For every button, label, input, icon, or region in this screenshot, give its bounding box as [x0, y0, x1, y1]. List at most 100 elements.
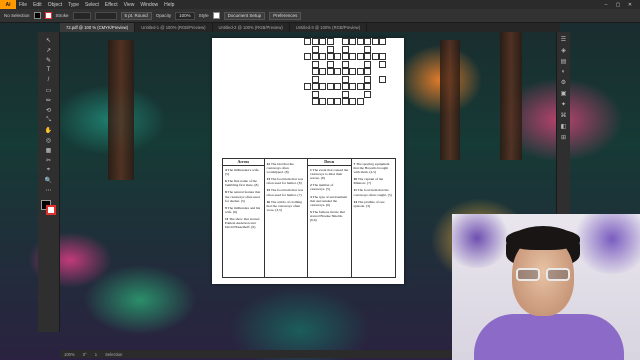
scissors-tool-icon[interactable]: ✂ — [41, 156, 57, 164]
tab-document-1[interactable]: 72.pdf @ 100 % (CMYK/Preview) — [60, 23, 136, 32]
menu-help[interactable]: Help — [161, 2, 177, 8]
background-tree-trunk — [440, 40, 460, 160]
rotate-tool-icon[interactable]: ⟲ — [41, 106, 57, 114]
rectangle-tool-icon[interactable]: ▭ — [41, 86, 57, 94]
tab-document-2[interactable]: Untitled-1 @ 100% (RGB/Preview) — [135, 23, 213, 32]
stroke-color-icon[interactable] — [45, 205, 56, 215]
pen-tool-icon[interactable]: ✎ — [41, 56, 57, 64]
fill-stroke-widget[interactable] — [40, 200, 57, 216]
menu-select[interactable]: Select — [82, 2, 102, 8]
clue-item: 13 The food item that was often used for… — [267, 177, 306, 185]
clue-text: The captain of the Minnow. (7) — [353, 177, 384, 186]
direct-selection-tool-icon[interactable]: ↗ — [41, 46, 57, 54]
fill-swatch[interactable] — [33, 12, 41, 19]
crossword-cell — [311, 53, 319, 60]
crossword-cell — [349, 83, 356, 90]
pencil-tool-icon[interactable]: ✏ — [41, 96, 57, 104]
stroke-weight-field[interactable] — [72, 11, 91, 20]
properties-panel-icon[interactable]: ☰ — [561, 36, 566, 43]
crossword-cell — [311, 68, 319, 75]
scale-tool-icon[interactable]: ⤡ — [41, 116, 57, 124]
crossword-cell — [364, 90, 371, 98]
blend-tool-icon[interactable]: ◎ — [41, 136, 57, 144]
crossword-cell — [319, 83, 326, 90]
maximize-icon[interactable]: ▢ — [614, 2, 622, 8]
clue-text: The food item that was often used for hu… — [266, 177, 304, 186]
appearance-panel-icon[interactable]: ⚙ — [561, 79, 566, 86]
clue-text: The famous movie that starred Brooke Shi… — [310, 209, 345, 223]
clue-item: 8 The natural feature that the castaways… — [225, 190, 262, 202]
tab-document-3[interactable]: Untitled-2 @ 100% (RGB/Preview) — [213, 23, 290, 32]
clue-item: 2 The number of castaways. (5) — [310, 183, 349, 191]
brush-dropdown[interactable]: 5 pt. Round — [120, 11, 152, 20]
stroke-swatch[interactable] — [44, 12, 52, 19]
across-header: Across — [223, 159, 264, 167]
symbols-panel-icon[interactable]: ✦ — [561, 101, 566, 108]
webcam-overlay — [452, 214, 640, 360]
artboard-tool-icon[interactable]: ⌖ — [41, 166, 57, 174]
artboard-number[interactable]: 1 — [95, 352, 97, 357]
layers-panel-icon[interactable]: ◈ — [561, 47, 566, 54]
type-tool-icon[interactable]: T — [41, 66, 57, 74]
close-icon[interactable]: ✕ — [626, 2, 634, 8]
crossword-cell — [379, 53, 386, 60]
clue-text: The plotline of one episode. (3) — [353, 199, 385, 208]
across-column: Across 4 The millionaire's wife. (5) 6 Th… — [223, 159, 265, 277]
crossword-cell — [326, 68, 334, 75]
crossword-cell — [341, 75, 349, 83]
menu-file[interactable]: File — [16, 2, 30, 8]
selection-tool-icon[interactable]: ↖ — [41, 36, 57, 44]
tab-document-4[interactable]: Untitled-3 @ 100% (RGB/Preview) — [290, 23, 368, 32]
down-column-2: 7 The sporting equipment that the Howell… — [352, 159, 395, 277]
line-tool-icon[interactable]: / — [41, 76, 57, 84]
menu-type[interactable]: Type — [65, 2, 82, 8]
opacity-field[interactable]: 100% — [175, 11, 195, 20]
document-setup-button[interactable]: Document Setup — [223, 11, 266, 20]
variable-width-field[interactable] — [94, 11, 117, 20]
zoom-tool-icon[interactable]: 🔍 — [41, 176, 57, 184]
clues-table: Across 4 The millionaire's wife. (5) 6 Th… — [222, 158, 396, 278]
crossword-cell — [326, 45, 334, 53]
crossword-cell — [326, 83, 334, 90]
clue-text: The article of clothing that the castawa… — [266, 199, 303, 212]
preferences-button[interactable]: Preferences — [269, 11, 302, 20]
minimize-icon[interactable]: – — [602, 2, 610, 8]
paint-splash — [572, 214, 640, 274]
color-panel-icon[interactable]: ◐ — [562, 69, 566, 75]
crossword-cell — [379, 38, 386, 45]
crossword-cell — [311, 45, 319, 53]
crossword-cell — [334, 53, 341, 60]
crossword-cell — [341, 45, 349, 53]
clue-item: 9 The millionaire and his wife. (6) — [225, 206, 262, 214]
swatches-panel-icon[interactable]: ▣ — [561, 90, 567, 97]
menu-window[interactable]: Window — [137, 2, 161, 8]
crossword-cell — [334, 98, 341, 105]
opacity-label: Opacity — [155, 13, 172, 18]
crossword-cell — [311, 60, 319, 68]
pathfinder-panel-icon[interactable]: ⊞ — [561, 134, 566, 141]
menu-effect[interactable]: Effect — [102, 2, 121, 8]
menu-object[interactable]: Object — [45, 2, 65, 8]
graph-tool-icon[interactable]: ▦ — [41, 146, 57, 154]
more-tools-icon[interactable]: ⋯ — [41, 186, 57, 194]
hand-tool-icon[interactable]: ✋ — [41, 126, 57, 134]
down-clue-list: 1 The event that caused the castaways to… — [310, 168, 349, 222]
libraries-panel-icon[interactable]: ▤ — [561, 58, 567, 65]
crossword-cell — [364, 53, 371, 60]
clue-text: The millionaire's wife. (5) — [225, 168, 260, 177]
rotation-value[interactable]: 0° — [83, 352, 87, 357]
artboard-page[interactable]: Across 4 The millionaire's wife. (5) 6 Th… — [212, 38, 404, 284]
menu-view[interactable]: View — [121, 2, 138, 8]
crossword-cell — [326, 98, 334, 105]
transform-panel-icon[interactable]: ◧ — [561, 123, 567, 130]
align-panel-icon[interactable]: ⌘ — [561, 112, 567, 119]
menu-edit[interactable]: Edit — [30, 2, 45, 8]
zoom-level[interactable]: 100% — [64, 352, 75, 357]
clue-text: The natural feature that the castaways o… — [225, 190, 261, 203]
background-tree-trunk — [500, 30, 522, 160]
style-swatch[interactable] — [212, 12, 220, 19]
menu-bar: Ai File Edit Object Type Select Effect V… — [0, 0, 640, 9]
presenter-fringe — [506, 228, 580, 250]
crossword-cell — [304, 38, 311, 45]
crossword-cell — [349, 68, 356, 75]
